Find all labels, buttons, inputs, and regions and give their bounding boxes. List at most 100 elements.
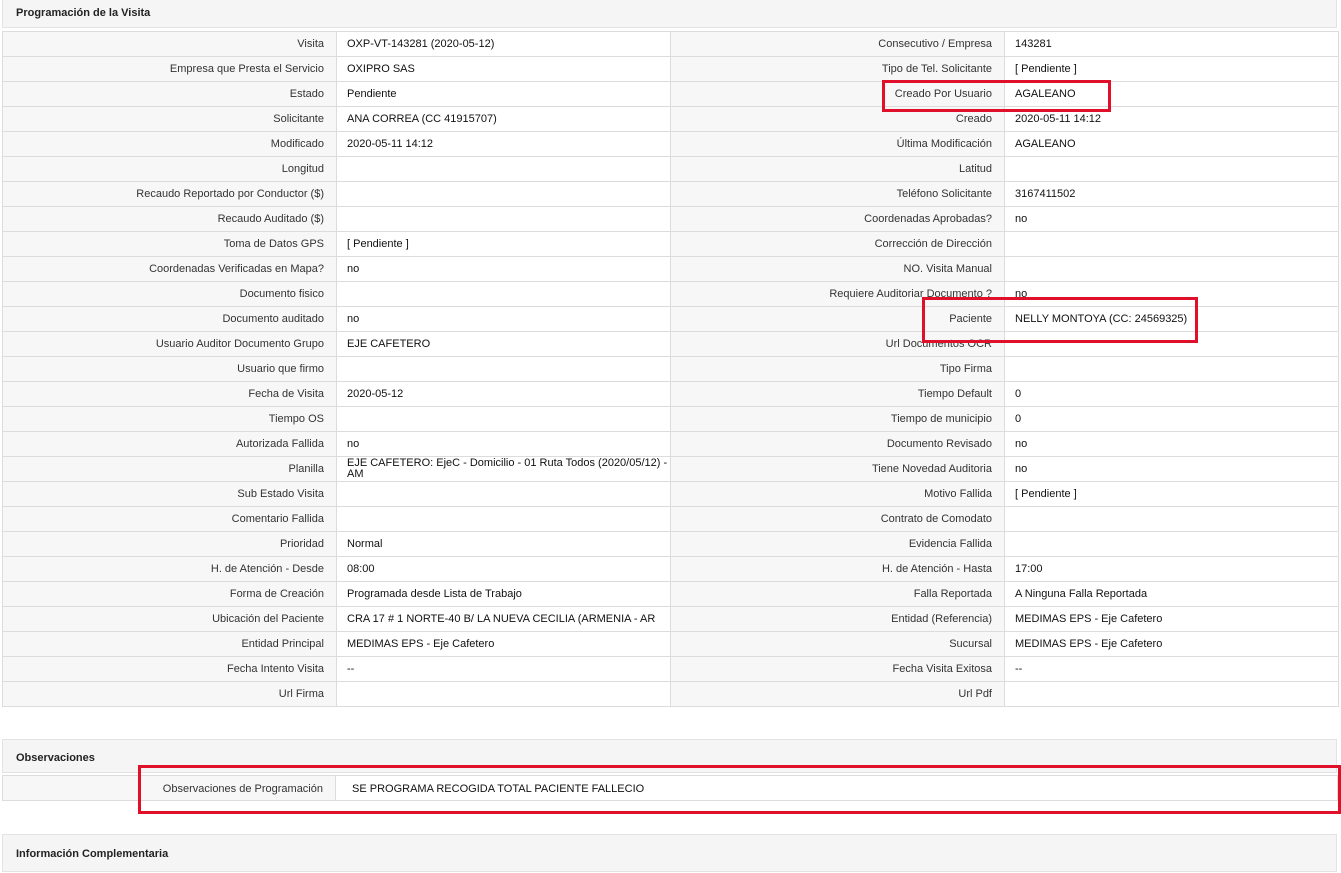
visit-details-table: Visita OXP-VT-143281 (2020-05-12) Consecut… <box>2 31 1339 707</box>
table-row: Recaudo Reportado por Conductor ($) Teléf… <box>2 181 1339 207</box>
table-row: Url Firma Url Pdf <box>2 681 1339 707</box>
field-label: Corrección de Dirección <box>670 231 1005 257</box>
field-value: [ Pendiente ] <box>336 231 671 257</box>
field-label: Longitud <box>2 156 337 182</box>
field-label: Tiene Novedad Auditoria <box>670 456 1005 482</box>
field-label: Autorizada Fallida <box>2 431 337 457</box>
field-label: Tipo de Tel. Solicitante <box>670 56 1005 82</box>
field-label: Planilla <box>2 456 337 482</box>
table-row: Entidad Principal MEDIMAS EPS - Eje Cafet… <box>2 631 1339 657</box>
field-label: Estado <box>2 81 337 107</box>
field-value <box>1004 681 1339 707</box>
table-row: Documento auditado no Paciente NELLY MONTO… <box>2 306 1339 332</box>
field-label: Consecutivo / Empresa <box>670 31 1005 57</box>
field-value: MEDIMAS EPS - Eje Cafetero <box>336 631 671 657</box>
field-value: 143281 <box>1004 31 1339 57</box>
field-label: Última Modificación <box>670 131 1005 157</box>
field-value: no <box>1004 456 1339 482</box>
field-value: Normal <box>336 531 671 557</box>
field-value: MEDIMAS EPS - Eje Cafetero <box>1004 606 1339 632</box>
section-header-complementaria: Información Complementaria <box>2 834 1337 872</box>
field-label: Usuario que firmo <box>2 356 337 382</box>
field-label: Ubicación del Paciente <box>2 606 337 632</box>
field-label: Sub Estado Visita <box>2 481 337 507</box>
field-value: Programada desde Lista de Trabajo <box>336 581 671 607</box>
table-row: Modificado 2020-05-11 14:12 Última Modific… <box>2 131 1339 157</box>
observaciones-row: Observaciones de Programación SE PROGRAM… <box>2 775 1338 801</box>
section-header-observaciones: Observaciones <box>2 739 1337 773</box>
field-value: 0 <box>1004 406 1339 432</box>
field-label: Modificado <box>2 131 337 157</box>
field-value: no <box>336 256 671 282</box>
field-value <box>1004 231 1339 257</box>
field-label: Url Firma <box>2 681 337 707</box>
table-row: Usuario que firmo Tipo Firma <box>2 356 1339 382</box>
field-label: Forma de Creación <box>2 581 337 607</box>
field-value: 2020-05-11 14:12 <box>336 131 671 157</box>
field-value: no <box>336 306 671 332</box>
table-row: Toma de Datos GPS[ Pendiente ] Corrección… <box>2 231 1339 257</box>
field-value <box>336 356 671 382</box>
field-label: Fecha Visita Exitosa <box>670 656 1005 682</box>
field-value <box>336 206 671 232</box>
field-value: EJE CAFETERO: EjeC - Domicilio - 01 Ruta… <box>336 456 671 482</box>
table-row: Longitud Latitud <box>2 156 1339 182</box>
field-value: no <box>1004 281 1339 307</box>
observaciones-value: SE PROGRAMA RECOGIDA TOTAL PACIENTE FALL… <box>336 775 1338 801</box>
field-value <box>1004 356 1339 382</box>
field-value: ANA CORREA (CC 41915707) <box>336 106 671 132</box>
table-row: Documento fisico Requiere Auditoriar Docu… <box>2 281 1339 307</box>
table-row: Solicitante ANA CORREA (CC 41915707) Cread… <box>2 106 1339 132</box>
field-value: 2020-05-11 14:12 <box>1004 106 1339 132</box>
table-row: Recaudo Auditado ($) Coordenadas Aprobada… <box>2 206 1339 232</box>
field-value: 2020-05-12 <box>336 381 671 407</box>
field-label: Comentario Fallida <box>2 506 337 532</box>
table-row: Empresa que Presta el Servicio OXIPRO SAS… <box>2 56 1339 82</box>
table-row: Visita OXP-VT-143281 (2020-05-12) Consecut… <box>2 31 1339 57</box>
field-value: OXIPRO SAS <box>336 56 671 82</box>
field-value: 17:00 <box>1004 556 1339 582</box>
field-label: H. de Atención - Hasta <box>670 556 1005 582</box>
field-label: Recaudo Reportado por Conductor ($) <box>2 181 337 207</box>
field-label: Fecha Intento Visita <box>2 656 337 682</box>
field-value: 08:00 <box>336 556 671 582</box>
field-label: Creado Por Usuario <box>670 81 1005 107</box>
field-label: Requiere Auditoriar Documento ? <box>670 281 1005 307</box>
field-value: NELLY MONTOYA (CC: 24569325) <box>1004 306 1339 332</box>
field-value: no <box>1004 206 1339 232</box>
field-value <box>336 406 671 432</box>
field-value: 3167411502 <box>1004 181 1339 207</box>
field-label: H. de Atención - Desde <box>2 556 337 582</box>
field-label: Teléfono Solicitante <box>670 181 1005 207</box>
field-label: Sucursal <box>670 631 1005 657</box>
field-label: NO. Visita Manual <box>670 256 1005 282</box>
field-value: [ Pendiente ] <box>1004 56 1339 82</box>
table-row: Sub Estado Visita Motivo Fallida[ Pendien… <box>2 481 1339 507</box>
field-label: Documento Revisado <box>670 431 1005 457</box>
field-value <box>336 681 671 707</box>
field-label: Solicitante <box>2 106 337 132</box>
field-label: Tiempo Default <box>670 381 1005 407</box>
field-label: Documento fisico <box>2 281 337 307</box>
field-value <box>1004 531 1339 557</box>
field-label: Falla Reportada <box>670 581 1005 607</box>
field-value <box>336 156 671 182</box>
field-label: Documento auditado <box>2 306 337 332</box>
field-label: Creado <box>670 106 1005 132</box>
field-value: [ Pendiente ] <box>1004 481 1339 507</box>
field-label: Coordenadas Verificadas en Mapa? <box>2 256 337 282</box>
field-value <box>336 506 671 532</box>
field-value: -- <box>336 656 671 682</box>
field-label: Fecha de Visita <box>2 381 337 407</box>
field-label: Recaudo Auditado ($) <box>2 206 337 232</box>
field-label: Contrato de Comodato <box>670 506 1005 532</box>
field-label: Prioridad <box>2 531 337 557</box>
field-value: CRA 17 # 1 NORTE-40 B/ LA NUEVA CECILIA … <box>336 606 671 632</box>
field-label: Empresa que Presta el Servicio <box>2 56 337 82</box>
field-label: Visita <box>2 31 337 57</box>
table-row: Fecha de Visita 2020-05-12 Tiempo Default… <box>2 381 1339 407</box>
table-row: Autorizada Fallida no Documento Revisado … <box>2 431 1339 457</box>
field-value: AGALEANO <box>1004 131 1339 157</box>
field-value <box>336 281 671 307</box>
field-value: Pendiente <box>336 81 671 107</box>
